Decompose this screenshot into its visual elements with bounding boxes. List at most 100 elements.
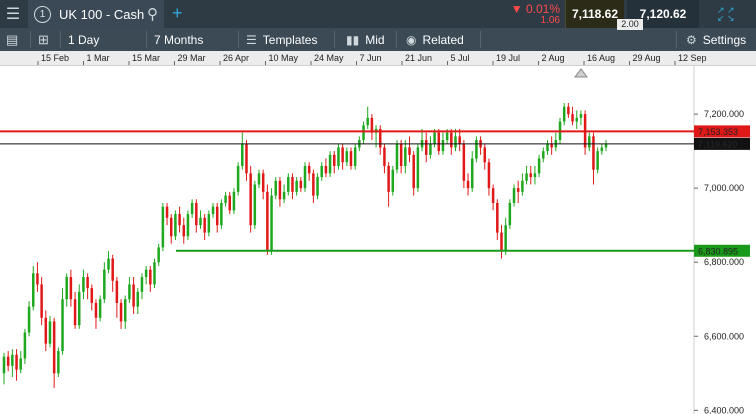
candle-body [98,299,102,318]
candle-body [15,354,18,370]
candle-body [165,206,169,218]
instrument-tab[interactable]: 1 UK 100 - Cash ⚲ [28,0,164,28]
candle-body [119,302,123,322]
candle-body [562,106,566,122]
candle-body [546,143,549,152]
candle-body [307,165,311,174]
instrument-name: UK 100 - Cash [59,6,145,22]
candle-body [73,299,77,326]
candle-body [270,195,273,252]
expand-icon[interactable]: ↗ ↗ ↙ ↘ [717,6,739,23]
candle-body [362,125,365,141]
candle-body [174,214,177,237]
list-icon[interactable]: ▤ [6,28,24,51]
candle-body [274,180,277,196]
candle-body [424,140,428,155]
candle-body [475,140,478,159]
candle-body [111,258,114,281]
templates-button[interactable]: ☰ Templates [246,28,317,51]
interval-label: 1 Day [68,32,100,47]
related-button[interactable]: ◉ Related [406,28,464,51]
candle-body [140,277,144,292]
candle-body [299,180,303,189]
candle-body [445,132,449,141]
price-chart[interactable]: 15 Feb 1 Mar 15 Mar 29 Mar 26 Apr 10 May 24 Ma… [0,51,756,414]
candle-body [542,151,545,159]
candle-body [228,195,232,211]
x-tick-label: 24 May [314,53,344,63]
candle-body [287,177,290,192]
period-dropdown[interactable]: 7 Months [154,28,203,51]
candle-body [433,132,436,144]
settings-button[interactable]: ⚙ Settings [686,28,746,51]
toolbar-divider [396,31,397,48]
toolbar-divider [60,31,61,48]
candle-body [600,147,604,152]
y-tick-label: 6,400.000 [704,405,744,414]
candle-body [115,280,119,303]
current-price-label: 7,119.620 [698,139,738,149]
toolbar-divider [676,31,677,48]
candle-body [429,143,432,155]
candle-body [241,143,244,166]
toolbar-divider [238,31,239,48]
interval-dropdown[interactable]: 1 Day [68,28,99,51]
grid-layout-icon[interactable]: ⊞ [38,28,55,51]
candlestick-chart[interactable]: 15 Feb 1 Mar 15 Mar 29 Mar 26 Apr 10 May 24 Ma… [0,51,756,414]
search-icon[interactable]: ⚲ [147,5,158,23]
price-type-label: Mid [365,32,385,47]
x-tick-label: 15 Feb [41,53,69,63]
candle-body [312,173,315,196]
candle-body [157,247,160,263]
price-type-dropdown[interactable]: ▮▮ Mid [346,28,385,51]
chart-toolbar: ▤ ⊞ 1 Day 7 Months ☰ Templates ▮▮ Mid ◉ Rel… [0,28,756,51]
candle-body [483,147,487,163]
candle-body [149,269,152,285]
candle-body [215,206,219,226]
sell-price-button[interactable]: 7,118.62 [565,0,624,28]
price-change: ▼ 0.01% 1.06 [488,0,562,28]
candle-body [32,273,35,307]
candle-body [491,188,495,203]
instrument-number-badge: 1 [34,5,51,23]
candle-body [366,117,369,126]
sliders-icon: ☰ [246,32,257,47]
candle-body [316,177,319,196]
gear-icon: ⚙ [686,32,697,47]
toolbar-divider [146,31,147,48]
candle-body [516,188,520,192]
x-tick-label: 1 Mar [87,53,110,63]
candle-body [190,202,194,215]
candle-body [571,114,574,122]
change-points: 1.06 [540,15,560,26]
candle-body [2,356,6,374]
candle-body [500,232,503,252]
candle-body [40,284,43,318]
candle-body [132,284,135,307]
candle-body [454,136,457,148]
candle-body [232,191,236,211]
candle-body [211,206,215,215]
candle-body [23,332,27,359]
add-tab-icon[interactable]: + [172,3,183,24]
candle-body [328,154,332,174]
top-bar: ☰ 1 UK 100 - Cash ⚲ + ▼ 0.01% 1.06 7,118… [0,0,756,30]
candle-body [512,188,516,203]
candle-body [333,154,336,166]
candle-body [253,184,257,226]
candle-body [65,277,68,300]
settings-label: Settings [702,32,747,47]
change-percent: ▼ 0.01% [510,2,560,16]
candle-body [521,180,524,192]
candle-body [61,299,64,352]
support-price-label: 6,830.895 [698,246,738,256]
candle-body [161,206,165,248]
hamburger-menu-icon[interactable]: ☰ [0,0,26,28]
candle-body [266,191,269,252]
candle-body [257,173,261,185]
candle-body [6,356,10,366]
candle-body [324,165,328,174]
candle-body [36,273,39,285]
candle-body [186,214,190,237]
candle-body [249,173,252,226]
